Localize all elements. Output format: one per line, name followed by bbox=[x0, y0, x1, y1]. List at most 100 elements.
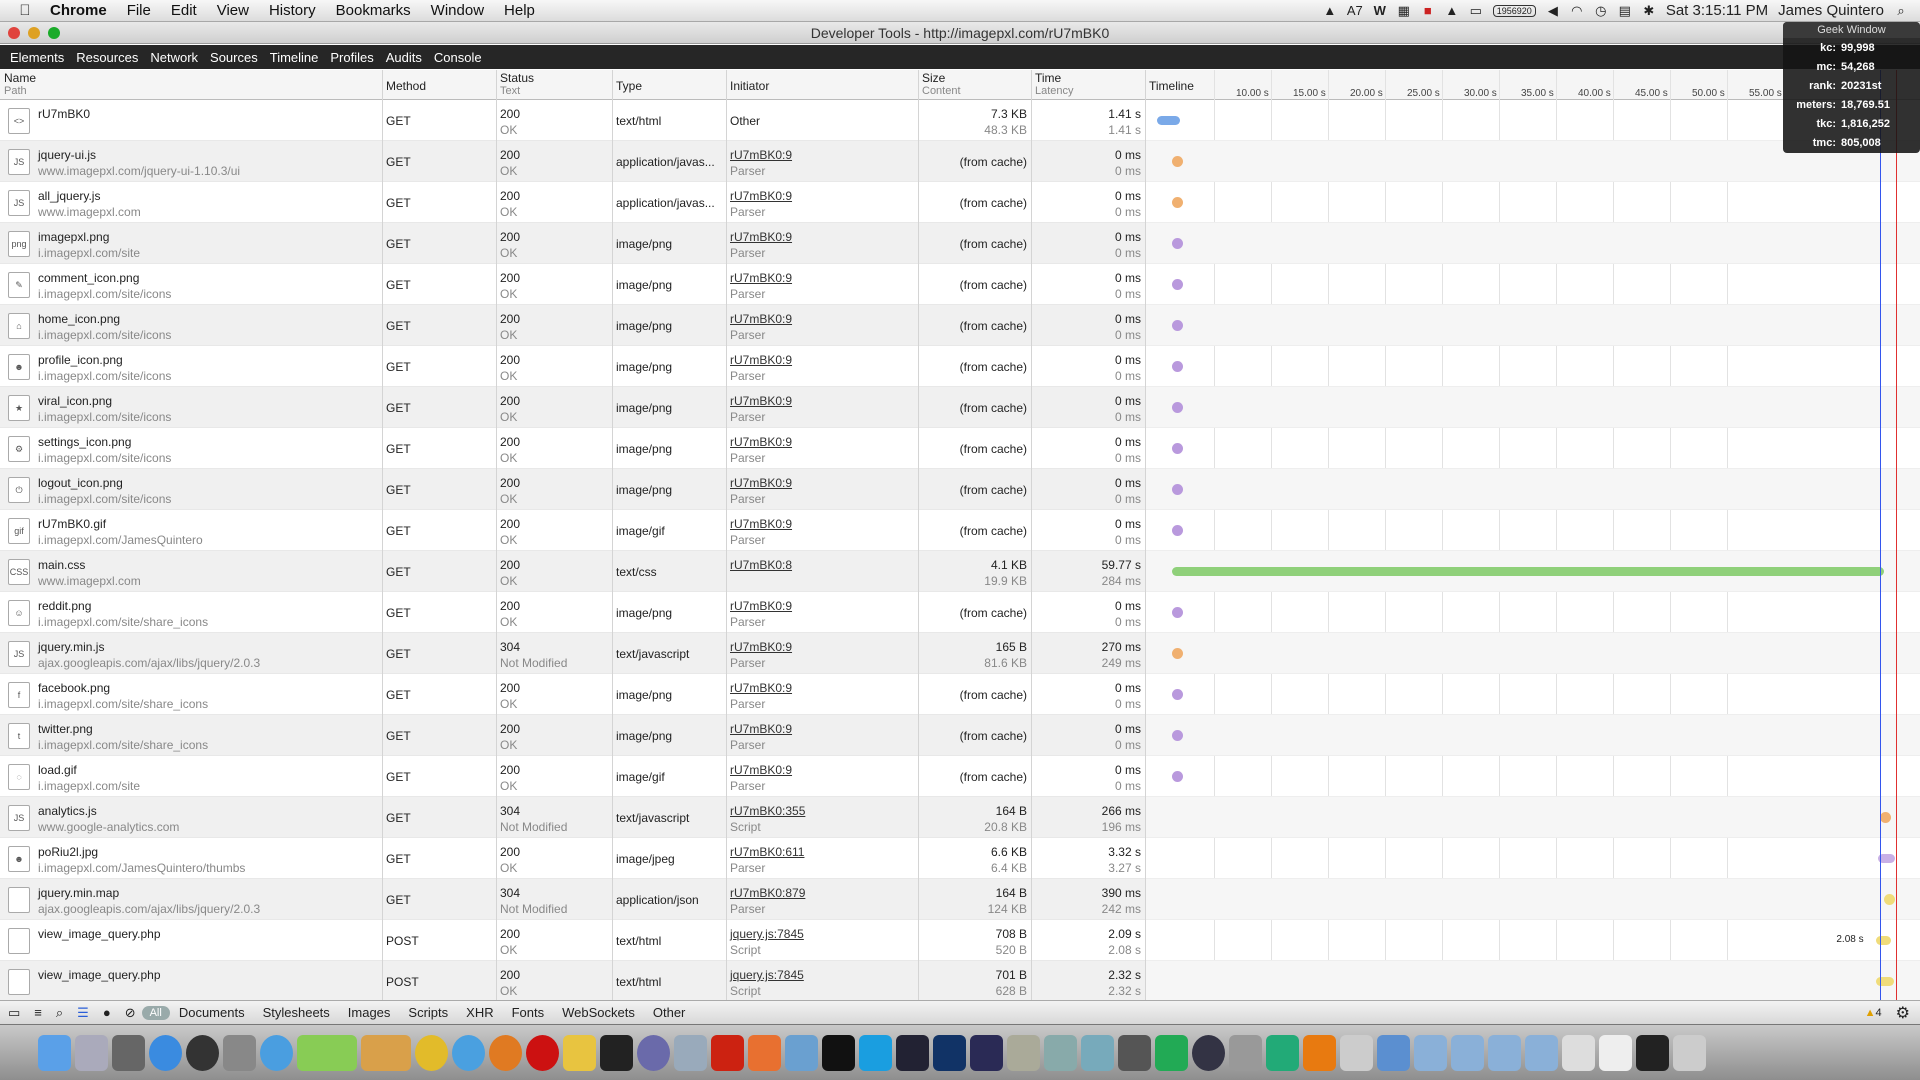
keyboard-icon[interactable] bbox=[1636, 1034, 1669, 1071]
us-flag-icon[interactable]: ▤ bbox=[1618, 3, 1632, 19]
cube-app-icon[interactable] bbox=[674, 1034, 707, 1071]
request-row[interactable]: JS all_jquery.js www.imagepxl.com GET 200 OK a… bbox=[0, 182, 1145, 223]
timeline-dot[interactable] bbox=[1172, 156, 1184, 167]
drawing-app-icon[interactable] bbox=[785, 1034, 818, 1071]
tab-console[interactable]: Console bbox=[428, 50, 488, 65]
timeline-dot[interactable] bbox=[1172, 402, 1184, 413]
dashboard-icon[interactable] bbox=[112, 1034, 145, 1071]
filter-other[interactable]: Other bbox=[644, 1005, 695, 1020]
column-header-size[interactable]: Size Content bbox=[918, 70, 1031, 100]
terminal-icon[interactable] bbox=[600, 1034, 633, 1071]
warnings-count[interactable]: ▲4 bbox=[1865, 1007, 1882, 1019]
tab-elements[interactable]: Elements bbox=[4, 50, 70, 65]
request-row[interactable]: JS analytics.js www.google-analytics.com GE… bbox=[0, 797, 1145, 838]
documents-folder-icon[interactable] bbox=[1451, 1034, 1484, 1071]
firefox-icon[interactable] bbox=[489, 1034, 522, 1071]
timeline-dot[interactable] bbox=[1172, 771, 1184, 782]
filter-stylesheets[interactable]: Stylesheets bbox=[254, 1005, 339, 1020]
safari-icon[interactable] bbox=[452, 1034, 485, 1071]
star-app-icon[interactable] bbox=[1007, 1034, 1040, 1071]
after-effects-icon[interactable] bbox=[970, 1034, 1003, 1071]
filter-scripts[interactable]: Scripts bbox=[399, 1005, 457, 1020]
filter-fonts[interactable]: Fonts bbox=[503, 1005, 554, 1020]
menu-view[interactable]: View bbox=[207, 2, 259, 19]
timeline-dot[interactable] bbox=[1172, 607, 1184, 618]
timeline-dot[interactable] bbox=[1172, 279, 1184, 290]
mail-icon[interactable] bbox=[1081, 1034, 1114, 1071]
timeline-bar[interactable] bbox=[1172, 567, 1884, 576]
request-initiator-primary[interactable]: rU7mBK0:9 bbox=[730, 475, 914, 491]
request-row[interactable]: ⚙ settings_icon.png i.imagepxl.com/site/ic… bbox=[0, 428, 1145, 469]
request-row[interactable]: png imagepxl.png i.imagepxl.com/site GET 200… bbox=[0, 223, 1145, 264]
clock[interactable]: Sat 3:15:11 PM bbox=[1666, 2, 1768, 19]
request-row[interactable]: t twitter.png i.imagepxl.com/site/share_ic… bbox=[0, 715, 1145, 756]
menu-history[interactable]: History bbox=[259, 2, 326, 19]
menu-chrome[interactable]: Chrome bbox=[40, 2, 117, 19]
system-preferences-icon[interactable] bbox=[223, 1034, 256, 1071]
timeline-dot[interactable] bbox=[1172, 730, 1184, 741]
xcode-icon[interactable] bbox=[1377, 1034, 1410, 1071]
timeline-bar[interactable] bbox=[1876, 977, 1894, 986]
user-name[interactable]: James Quintero bbox=[1778, 2, 1884, 19]
zoom-window-button[interactable] bbox=[48, 27, 60, 39]
screen-icon[interactable] bbox=[1562, 1034, 1595, 1071]
lizard-app-icon[interactable] bbox=[297, 1034, 357, 1071]
spotlight-search-icon[interactable]: ⌕ bbox=[1894, 3, 1908, 19]
request-initiator-primary[interactable]: rU7mBK0:9 bbox=[730, 393, 914, 409]
request-initiator-primary[interactable]: rU7mBK0:9 bbox=[730, 721, 914, 737]
record-icon[interactable]: ● bbox=[103, 1005, 111, 1021]
request-initiator-primary[interactable]: rU7mBK0:9 bbox=[730, 434, 914, 450]
app-store-icon[interactable] bbox=[149, 1034, 182, 1071]
counter-badge[interactable]: 1956920 bbox=[1492, 4, 1536, 17]
preview-icon[interactable] bbox=[1044, 1034, 1077, 1071]
skype-icon[interactable] bbox=[859, 1034, 892, 1071]
request-row[interactable]: JS jquery-ui.js www.imagepxl.com/jquery-ui… bbox=[0, 141, 1145, 182]
volume-icon[interactable]: ◀ bbox=[1546, 3, 1560, 19]
geek-window-overlay[interactable]: Geek Window kc: 99,998 mc: 54,268 rank: 20231… bbox=[1783, 22, 1920, 153]
trash-icon[interactable] bbox=[1673, 1034, 1706, 1071]
request-initiator-primary[interactable]: jquery.js:7845 bbox=[730, 926, 914, 942]
network-monitor-icon[interactable] bbox=[1266, 1034, 1299, 1071]
request-row[interactable]: ☻ profile_icon.png i.imagepxl.com/site/ico… bbox=[0, 346, 1145, 387]
request-initiator-primary[interactable]: rU7mBK0:9 bbox=[730, 147, 914, 163]
menu-bookmarks[interactable]: Bookmarks bbox=[326, 2, 421, 19]
filter-documents[interactable]: Documents bbox=[170, 1005, 254, 1020]
battery-icon[interactable]: ▭ bbox=[1469, 3, 1483, 19]
request-initiator-primary[interactable]: rU7mBK0:9 bbox=[730, 762, 914, 778]
vlc-icon[interactable] bbox=[1303, 1034, 1336, 1071]
dock-to-main-icon[interactable]: ▭ bbox=[8, 1005, 20, 1021]
column-header-status[interactable]: Status Text bbox=[496, 70, 612, 100]
filter-all[interactable]: All bbox=[141, 1005, 170, 1020]
column-header-type[interactable]: Type bbox=[612, 70, 726, 100]
grid-icon[interactable]: ▦ bbox=[1397, 3, 1411, 19]
menu-window[interactable]: Window bbox=[421, 2, 494, 19]
tab-resources[interactable]: Resources bbox=[70, 50, 144, 65]
filter-images[interactable]: Images bbox=[339, 1005, 400, 1020]
filter-websockets[interactable]: WebSockets bbox=[553, 1005, 644, 1020]
minimize-window-button[interactable] bbox=[28, 27, 40, 39]
column-header-timeline[interactable]: Timeline bbox=[1145, 70, 1215, 100]
timeline-dot[interactable] bbox=[1172, 361, 1184, 372]
request-initiator-primary[interactable]: rU7mBK0:9 bbox=[730, 516, 914, 532]
timeline-dot[interactable] bbox=[1172, 484, 1184, 495]
timeline-dot[interactable] bbox=[1883, 894, 1895, 905]
opera-icon[interactable] bbox=[526, 1034, 559, 1071]
applications-folder-icon[interactable] bbox=[1414, 1034, 1447, 1071]
request-row[interactable]: CSS main.css www.imagepxl.com GET 200 OK text/… bbox=[0, 551, 1145, 592]
request-row[interactable]: <> rU7mBK0 GET 200 OK text/html Other 7.3 KB 48.… bbox=[0, 100, 1145, 141]
list-view-icon[interactable]: ☰ bbox=[77, 1005, 89, 1021]
disk-utility-icon[interactable] bbox=[1229, 1034, 1262, 1071]
a-counter-icon[interactable]: A7 bbox=[1347, 3, 1363, 18]
dashboard-gauge-icon[interactable] bbox=[186, 1034, 219, 1071]
timeline-dot[interactable] bbox=[1172, 525, 1184, 536]
request-row[interactable]: view_image_query.php POST 200 OK text/html jq… bbox=[0, 920, 1145, 961]
request-row[interactable]: ☺ reddit.png i.imagepxl.com/site/share_ico… bbox=[0, 592, 1145, 633]
tab-timeline[interactable]: Timeline bbox=[264, 50, 325, 65]
request-initiator-primary[interactable]: rU7mBK0:9 bbox=[730, 311, 914, 327]
warning-icon[interactable]: ▲ bbox=[1323, 3, 1337, 18]
request-row[interactable]: ★ viral_icon.png i.imagepxl.com/site/icons… bbox=[0, 387, 1145, 428]
column-header-method[interactable]: Method bbox=[382, 70, 496, 100]
image-stack-icon[interactable] bbox=[1599, 1034, 1632, 1071]
time-machine-icon[interactable]: ◷ bbox=[1594, 3, 1608, 19]
tab-network[interactable]: Network bbox=[144, 50, 204, 65]
